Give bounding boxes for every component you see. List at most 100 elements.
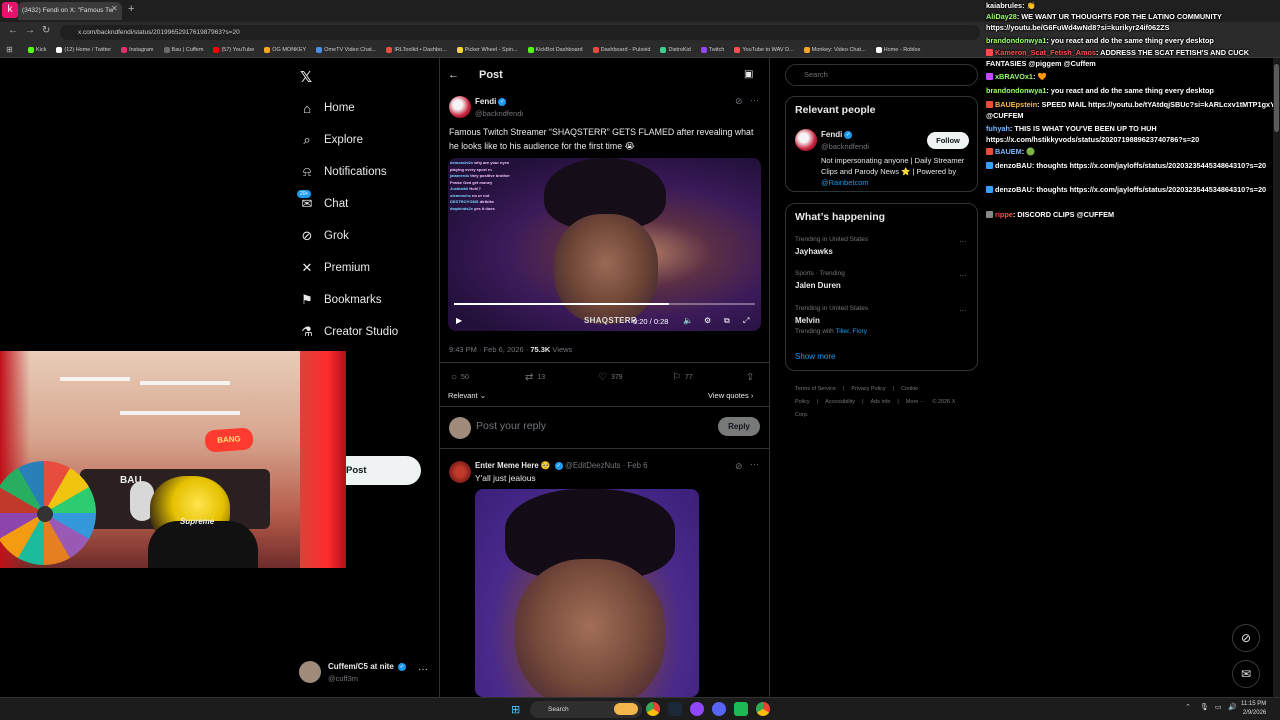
reply-author-avatar[interactable] bbox=[449, 461, 471, 483]
trend-name[interactable]: Jalen Duren bbox=[795, 281, 841, 290]
chat-username[interactable]: rippe bbox=[995, 210, 1013, 219]
bookmark-item[interactable]: Kick bbox=[28, 47, 46, 53]
bookmark-item[interactable]: KickBot Dashboard bbox=[527, 47, 583, 53]
chat-username[interactable]: AliDay28 bbox=[986, 12, 1017, 21]
trend-more-icon[interactable]: ··· bbox=[959, 306, 967, 315]
footer-link[interactable]: Privacy Policy bbox=[851, 386, 885, 392]
reply-author-name[interactable]: Enter Meme Here bbox=[475, 461, 539, 470]
play-icon[interactable]: ▶ bbox=[456, 316, 462, 325]
bookmark-item[interactable]: DistroKid bbox=[660, 47, 691, 53]
video-progress-bar[interactable] bbox=[454, 303, 755, 305]
grok-fab-icon[interactable]: ⊘ bbox=[1232, 624, 1260, 652]
footer-link[interactable]: Terms of Service bbox=[795, 386, 836, 392]
reply-button[interactable]: Reply bbox=[718, 417, 760, 436]
reload-icon[interactable]: ↻ bbox=[42, 25, 50, 36]
sidebar-item-grok[interactable]: ⊘ Grok bbox=[300, 226, 349, 246]
tab-close-icon[interactable]: ✕ bbox=[111, 4, 118, 13]
person-handle[interactable]: @backndfendi bbox=[821, 142, 869, 151]
sidebar-item-notifications[interactable]: ⍾ Notifications bbox=[300, 162, 387, 182]
chat-username[interactable]: BAUEpstein bbox=[995, 100, 1037, 109]
trend-name[interactable]: Melvin bbox=[795, 316, 820, 325]
forward-icon[interactable]: → bbox=[25, 25, 35, 36]
trend-more-icon[interactable]: ··· bbox=[959, 237, 967, 246]
mic-icon[interactable]: 🎙 bbox=[1200, 703, 1209, 711]
post-video[interactable]: dcmoschi2x why are your eyes playing eve… bbox=[448, 158, 761, 331]
reader-mode-icon[interactable]: ▣ bbox=[744, 69, 753, 80]
speaker-icon[interactable]: 🔊 bbox=[1228, 703, 1237, 711]
chat-username[interactable]: denzoBAU bbox=[995, 161, 1032, 170]
reply-media[interactable] bbox=[475, 489, 699, 697]
sidebar-item-bookmarks[interactable]: ⚑ Bookmarks bbox=[300, 290, 381, 310]
x-logo-icon[interactable]: 𝕏 bbox=[300, 68, 312, 86]
new-tab-icon[interactable]: + bbox=[128, 3, 134, 15]
chat-username[interactable]: fuhyah bbox=[986, 124, 1010, 133]
sort-relevant-dropdown[interactable]: Relevant ⌄ bbox=[448, 391, 486, 400]
bookmark-item[interactable]: OG MONKEY bbox=[264, 47, 306, 53]
browser-tab-active[interactable]: (3432) Fendi on X: "Famous Tw bbox=[18, 2, 122, 20]
chat-username[interactable]: kaiabrules bbox=[986, 1, 1022, 10]
bookmark-item[interactable]: Picker Wheel - Spin... bbox=[456, 47, 518, 53]
picture-in-picture-icon[interactable]: ⧉ bbox=[724, 316, 730, 326]
like-action[interactable]: ♡ 379 bbox=[598, 372, 623, 383]
bookmark-item[interactable]: (12) Home / Twitter bbox=[56, 47, 111, 53]
post-more-icon[interactable]: ··· bbox=[750, 459, 759, 469]
author-name[interactable]: Fendi ✓ bbox=[475, 97, 507, 106]
sidebar-item-explore[interactable]: ⌕ Explore bbox=[300, 130, 363, 150]
weather-icon[interactable] bbox=[614, 703, 638, 715]
chat-username[interactable]: Kameron_Scat_Fetish_Amos bbox=[995, 48, 1096, 57]
steam-icon[interactable] bbox=[668, 702, 682, 716]
view-quotes-link[interactable]: View quotes › bbox=[708, 391, 753, 400]
sidebar-item-home[interactable]: ⌂ Home bbox=[300, 98, 355, 118]
author-handle[interactable]: @backndfendi bbox=[475, 109, 523, 118]
back-icon[interactable]: ← bbox=[8, 25, 18, 36]
bookmark-item[interactable]: (57) YouTube bbox=[213, 47, 254, 53]
chrome-icon[interactable] bbox=[756, 702, 770, 716]
taskbar-clock[interactable]: 11:15 PM 2/9/2026 bbox=[1241, 700, 1266, 717]
reply-input[interactable]: Post your reply bbox=[476, 420, 546, 432]
trend-more-icon[interactable]: ··· bbox=[959, 271, 967, 280]
more-icon[interactable]: ··· bbox=[418, 664, 428, 675]
chat-username[interactable]: BAUEM bbox=[995, 147, 1022, 156]
reply-action[interactable]: ○ 50 bbox=[451, 372, 469, 383]
scrollbar-thumb[interactable] bbox=[1274, 64, 1279, 132]
url-bar[interactable]: x.com/backndfendi/status/201996529176198… bbox=[60, 25, 980, 40]
grok-explain-icon[interactable]: ⊘ bbox=[735, 461, 743, 472]
kick-app-icon[interactable]: k bbox=[2, 2, 18, 18]
show-more-link[interactable]: Show more bbox=[795, 352, 835, 361]
bookmark-item[interactable]: Dashboard - Pulsoid bbox=[592, 47, 650, 53]
chat-username[interactable]: xBRAVOx1 bbox=[995, 72, 1033, 81]
twitch-icon[interactable] bbox=[690, 702, 704, 716]
search-input[interactable]: Search bbox=[785, 64, 978, 86]
chrome-icon[interactable] bbox=[646, 702, 660, 716]
scrollbar[interactable] bbox=[1273, 58, 1280, 698]
volume-icon[interactable]: 🔈 bbox=[683, 316, 693, 325]
settings-gear-icon[interactable]: ⚙ bbox=[704, 316, 711, 325]
apps-grid-icon[interactable]: ⊞ bbox=[6, 45, 13, 54]
person-name[interactable]: Fendi ✓ bbox=[821, 130, 853, 139]
discord-icon[interactable] bbox=[712, 702, 726, 716]
bookmark-item[interactable]: OmeTV Video Chat... bbox=[316, 47, 376, 53]
fullscreen-icon[interactable]: ⤢ bbox=[743, 316, 749, 326]
grok-explain-icon[interactable]: ⊘ bbox=[735, 96, 743, 107]
sidebar-item-premium[interactable]: ✕ Premium bbox=[300, 258, 370, 278]
trend-name[interactable]: Jayhawks bbox=[795, 247, 833, 256]
footer-link[interactable]: More ··· bbox=[906, 399, 926, 405]
chat-username[interactable]: denzoBAU bbox=[995, 185, 1032, 194]
bookmark-item[interactable]: Bau | Cuffem bbox=[163, 47, 203, 53]
repost-action[interactable]: ⇄ 13 bbox=[525, 372, 545, 383]
follow-button[interactable]: Follow bbox=[927, 132, 969, 149]
footer-link[interactable]: Accessibility bbox=[825, 399, 855, 405]
account-switcher[interactable]: Cuffem/C5 at nite ✓ @cuff3m ··· bbox=[299, 660, 434, 686]
sidebar-item-creator-studio[interactable]: ⚗ Creator Studio bbox=[300, 322, 398, 342]
footer-link[interactable]: Ads info bbox=[871, 399, 891, 405]
display-icon[interactable]: ▭ bbox=[1215, 703, 1222, 711]
bookmark-item[interactable]: Twitch bbox=[700, 47, 724, 53]
messages-fab-icon[interactable]: ✉ bbox=[1232, 660, 1260, 688]
chat-username[interactable]: brandondonwya1 bbox=[986, 36, 1046, 45]
bookmark-item[interactable]: YouTube to WAV D... bbox=[734, 47, 794, 53]
tray-chevron-icon[interactable]: ⌃ bbox=[1185, 703, 1191, 711]
chat-username[interactable]: brandondonwya1 bbox=[986, 86, 1046, 95]
share-action[interactable]: ⇪ bbox=[746, 372, 754, 383]
bookmark-action[interactable]: ⚐ 77 bbox=[672, 372, 693, 383]
sidebar-item-chat[interactable]: ✉ 20+ Chat bbox=[297, 190, 348, 214]
